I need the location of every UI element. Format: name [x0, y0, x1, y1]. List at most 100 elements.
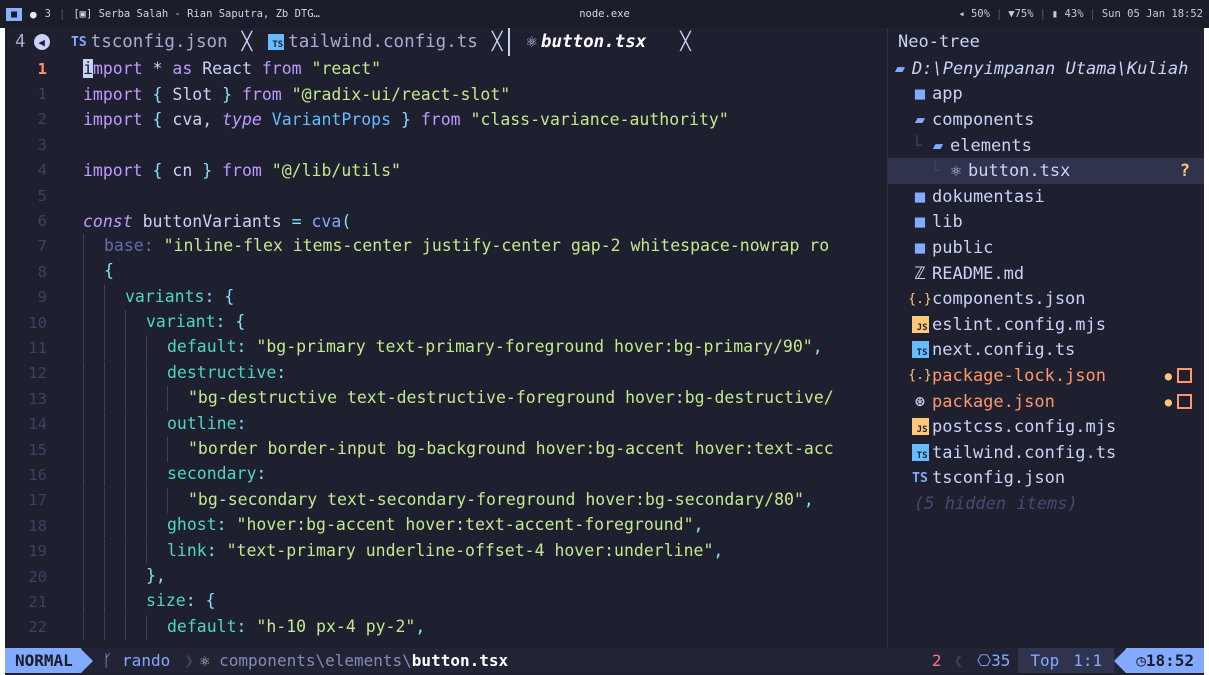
tree-item-label: lib	[932, 212, 963, 233]
neo-tree-panel[interactable]: Neo-tree ▰ D:\Penyimpanan Utama\Kuliah ■ a…	[887, 28, 1204, 648]
code-text: ghost: "hover:bg-accent hover:text-accen…	[83, 513, 887, 539]
code-text: const buttonVariants = cva(	[83, 211, 352, 231]
line-number: 22	[28, 618, 47, 637]
tree-hidden-items[interactable]: (5 hidden items)	[888, 491, 1204, 517]
react-icon: ⚛	[526, 32, 537, 52]
code-line: 19 link: "text-primary underline-offset-…	[5, 538, 887, 564]
git-modified-icon	[1177, 368, 1192, 384]
path-file: button.tsx	[411, 651, 509, 670]
wifi-indicator[interactable]: ▼75%	[1008, 8, 1033, 20]
path-prefix: components\elements\	[219, 651, 412, 670]
line-number: 1	[37, 85, 47, 104]
code-line: 8 {	[5, 259, 887, 285]
close-icon[interactable]: ╳	[242, 32, 253, 52]
close-icon[interactable]: ╳	[680, 32, 691, 52]
volume-indicator[interactable]: ◂ 50%	[958, 8, 990, 20]
line-number: 19	[28, 542, 47, 561]
markdown-icon: ℤ	[914, 263, 926, 284]
typescript-file-icon: TS	[908, 443, 932, 463]
folder-icon: ■	[914, 237, 926, 258]
line-number: 21	[28, 592, 47, 611]
folder-open-icon: ▰	[932, 135, 944, 156]
code-line: 3	[5, 132, 887, 157]
tab-tsconfig[interactable]: TS tsconfig.json ╳	[61, 28, 258, 56]
code-line: 5	[5, 183, 887, 208]
folder-open-icon: ▰	[894, 58, 906, 79]
neovim-window: 4 ◀ TS tsconfig.json ╳ TS tailwind.confi…	[5, 28, 1204, 675]
code-line: 6 const buttonVariants = cva(	[5, 208, 887, 233]
tree-item-lib[interactable]: ■ lib	[888, 210, 1204, 236]
buffer-count[interactable]: 4 ◀	[5, 32, 61, 52]
code-line: 1 import * as React from "react"	[5, 56, 887, 81]
code-line: 22 default: "h-10 px-4 py-2",	[5, 614, 887, 640]
git-branch: ᚴ rando	[93, 651, 178, 670]
typescript-file-icon: TS	[268, 34, 285, 50]
system-tray: ◂ 50% | ▼75% | ▮ 43% | Sun 05 Jan 18:52	[958, 8, 1203, 20]
tree-item-dokumentasi[interactable]: ■ dokumentasi	[888, 184, 1204, 210]
tree-item-label: package.json	[932, 391, 1055, 412]
tree-root[interactable]: ▰ D:\Penyimpanan Utama\Kuliah	[888, 56, 1204, 82]
tree-item-tailwind-config[interactable]: TS tailwind.config.ts	[888, 440, 1204, 466]
tree-item-button-tsx[interactable]: └ ⚛ button.tsx ?	[888, 158, 1204, 184]
tree-item-postcss-config[interactable]: JS postcss.config.mjs	[888, 414, 1204, 440]
tree-item-elements[interactable]: └ ▰ elements	[888, 133, 1204, 159]
workspace-badge[interactable]: ■	[6, 7, 23, 21]
clock[interactable]: Sun 05 Jan 18:52	[1102, 8, 1203, 20]
divider: |	[995, 8, 1003, 20]
folder-icon: ■	[914, 84, 926, 105]
code-text: default: "bg-primary text-primary-foregr…	[83, 335, 887, 361]
tree-item-readme[interactable]: ℤ README.md	[888, 261, 1204, 287]
arrow-left-icon[interactable]: ◀	[33, 34, 50, 50]
git-branch-icon: ᚴ	[102, 651, 113, 670]
typescript-icon: TS	[71, 34, 87, 50]
battery-indicator[interactable]: ▮ 43%	[1052, 8, 1084, 20]
line-number: 16	[28, 465, 47, 484]
code-line: 12 destructive:	[5, 360, 887, 386]
tab-tailwind-config[interactable]: TS tailwind.config.ts ╳	[258, 28, 508, 56]
editor-pane[interactable]: 4 ◀ TS tsconfig.json ╳ TS tailwind.confi…	[5, 28, 887, 648]
tree-item-app[interactable]: ■ app	[888, 82, 1204, 108]
mode-indicator: NORMAL	[5, 648, 81, 673]
code-line: 11 default: "bg-primary text-primary-for…	[5, 335, 887, 361]
tree-item-label: eslint.config.mjs	[932, 314, 1106, 335]
statusline-clock: ◷18:52	[1126, 648, 1204, 673]
tab-label: tsconfig.json	[90, 32, 228, 52]
workspace-number[interactable]: 3	[45, 8, 51, 20]
code-text: },	[83, 564, 887, 589]
tree-item-components[interactable]: ▰ components	[888, 107, 1204, 133]
code-text: "border border-input bg-background hover…	[83, 437, 887, 463]
tree-guide: └	[929, 161, 941, 182]
tree-item-eslint-config[interactable]: JS eslint.config.mjs	[888, 312, 1204, 338]
line-number: 11	[28, 338, 47, 357]
file-path: ⚛ components\elements\button.tsx	[200, 651, 508, 670]
untracked-status-icon: ?	[1179, 161, 1190, 182]
code-line: 2 import { cva, type VariantProps } from…	[5, 107, 887, 132]
tab-button-tsx[interactable]: ⚛ button.tsx ╳	[508, 28, 696, 56]
statusline-right: 2 ❮ ⎔35 Top 1:1 ◷18:52	[926, 648, 1204, 673]
line-number: 10	[28, 313, 47, 332]
folder-icon: ■	[914, 212, 926, 233]
code-area[interactable]: 1 import * as React from "react" 1 impor…	[5, 56, 887, 648]
divider: |	[1039, 8, 1046, 20]
inlay-hint: base:	[104, 235, 154, 255]
code-line: 17 "bg-secondary text-secondary-foregrou…	[5, 487, 887, 513]
code-line: 13 "bg-destructive text-destructive-fore…	[5, 386, 887, 412]
code-text: variant: {	[83, 310, 887, 336]
code-line: 21 size: {	[5, 589, 887, 615]
code-text: secondary:	[83, 462, 887, 488]
tree-item-label: elements	[950, 135, 1032, 156]
hidden-items-label: (5 hidden items)	[914, 493, 1078, 514]
divider: |	[58, 8, 66, 20]
tree-item-next-config[interactable]: TS next.config.ts	[888, 338, 1204, 364]
line-number: 14	[28, 415, 47, 434]
code-text: size: {	[83, 589, 887, 615]
close-icon[interactable]: ╳	[492, 32, 503, 52]
tree-item-public[interactable]: ■ public	[888, 235, 1204, 261]
tree-item-tsconfig[interactable]: TS tsconfig.json	[888, 466, 1204, 492]
folder-open-icon: ▰	[914, 109, 926, 130]
tree-item-components-json[interactable]: {.} components.json	[888, 286, 1204, 312]
tree-item-label: dokumentasi	[932, 186, 1045, 207]
tree-item-package-json[interactable]: ⊛ package.json ●	[888, 389, 1204, 415]
tree-item-package-lock[interactable]: {.} package-lock.json ●	[888, 363, 1204, 389]
code-text: "bg-destructive text-destructive-foregro…	[83, 386, 887, 412]
